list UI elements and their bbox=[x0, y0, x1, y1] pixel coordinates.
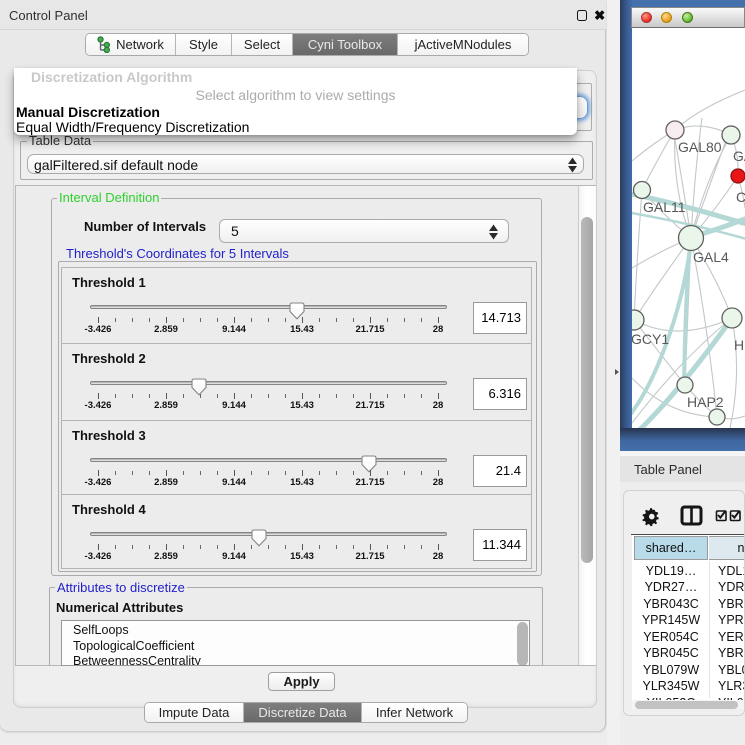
svg-text:GAL4: GAL4 bbox=[693, 249, 729, 265]
svg-text:C: C bbox=[736, 189, 745, 205]
svg-text:H: H bbox=[734, 337, 744, 353]
svg-text:GAL11: GAL11 bbox=[643, 199, 686, 215]
svg-text:GAL80: GAL80 bbox=[678, 139, 722, 155]
svg-text:GAL: GAL bbox=[733, 148, 745, 164]
svg-text:HAP2: HAP2 bbox=[687, 394, 724, 410]
svg-text:GCY1: GCY1 bbox=[632, 331, 669, 347]
